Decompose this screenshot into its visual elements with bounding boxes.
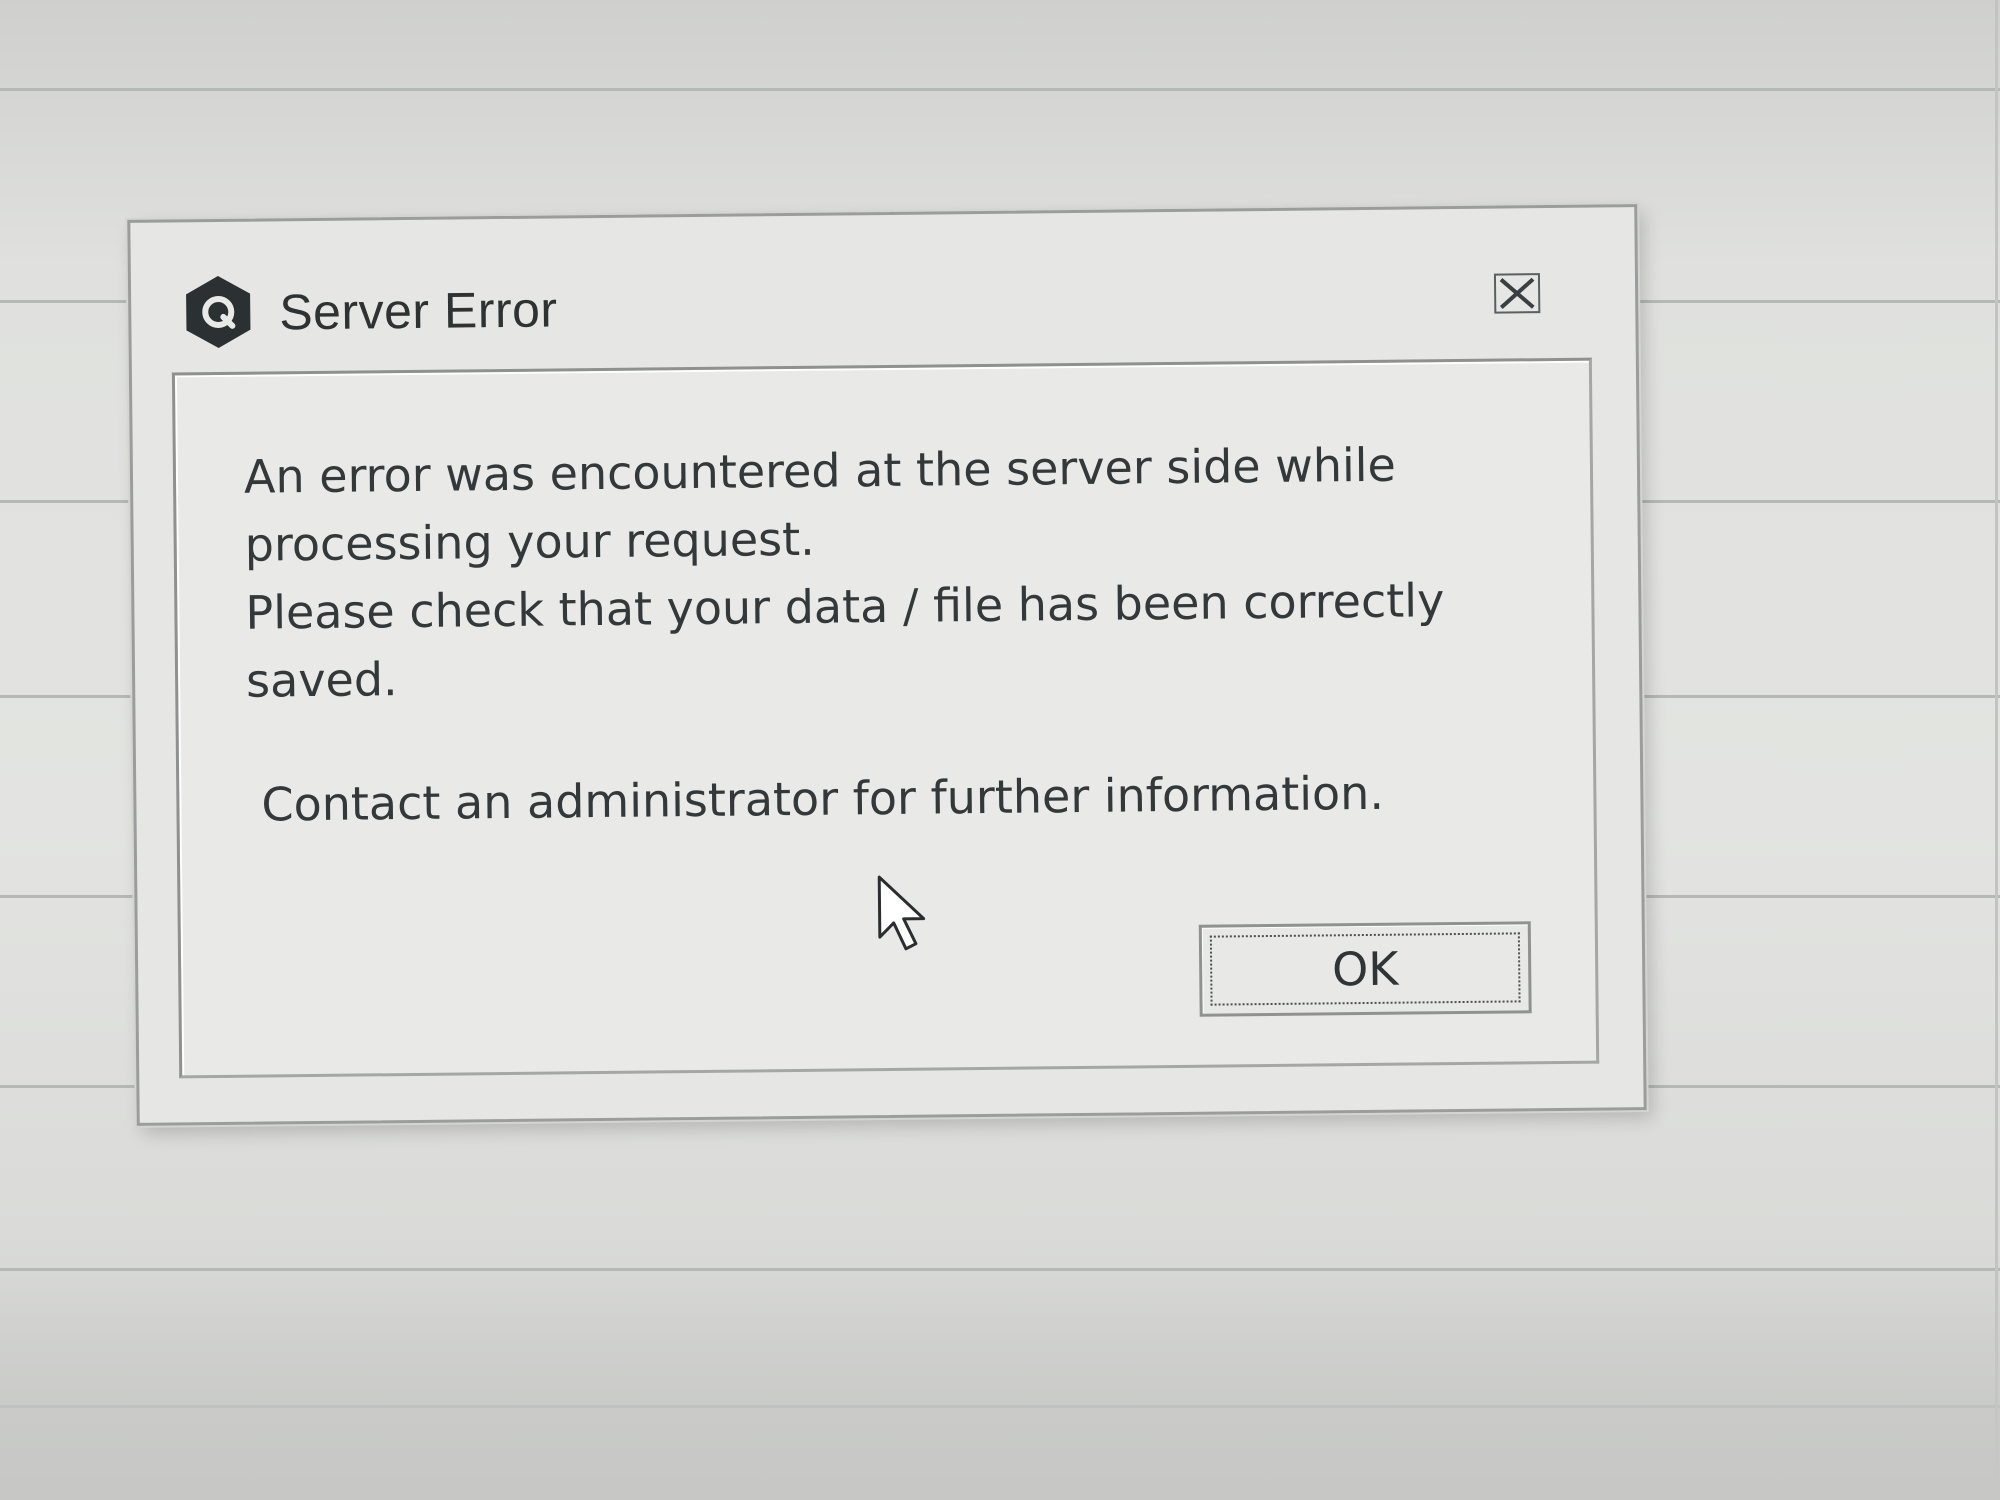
app-logo-icon — [183, 274, 254, 351]
message-line: saved. — [245, 652, 398, 708]
server-error-dialog: Server Error An error was encountered at… — [127, 204, 1647, 1126]
dialog-titlebar[interactable]: Server Error — [130, 207, 1635, 373]
ok-button-label: OK — [1331, 941, 1399, 997]
arrow-cursor-icon — [875, 875, 932, 956]
error-message: An error was encountered at the server s… — [244, 429, 1548, 839]
background-lower-shade — [0, 1270, 2000, 1500]
dialog-content-panel: An error was encountered at the server s… — [171, 357, 1600, 1079]
contact-admin-text: Contact an administrator for further inf… — [261, 765, 1385, 832]
background-row-divider — [0, 88, 2000, 91]
message-line: An error was encountered at the server s… — [243, 437, 1397, 504]
ok-button[interactable]: OK — [1198, 921, 1532, 1017]
message-line: Please check that your data / file has b… — [245, 573, 1445, 640]
close-icon[interactable] — [1491, 270, 1543, 317]
dialog-title: Server Error — [278, 281, 558, 341]
